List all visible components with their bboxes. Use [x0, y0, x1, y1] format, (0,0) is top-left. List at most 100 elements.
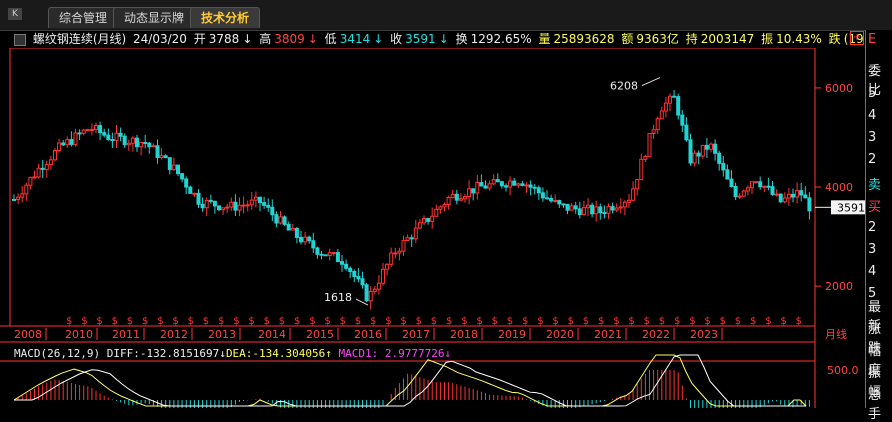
candle-body — [750, 181, 754, 189]
candle-body — [676, 96, 681, 116]
candle-body — [700, 144, 705, 157]
change-label: 跌 — [828, 32, 841, 46]
event-marker-icon: $ — [233, 316, 239, 327]
candle-body — [323, 254, 328, 257]
k-icon[interactable]: K — [8, 8, 22, 20]
event-marker-icon: $ — [355, 316, 361, 327]
event-marker-icon: $ — [659, 316, 665, 327]
candle-body — [327, 252, 332, 257]
candle-body — [200, 203, 205, 209]
candle-body — [335, 252, 340, 263]
candle-body — [126, 142, 131, 146]
side-panel-label: E — [868, 32, 877, 47]
event-marker-icon: $ — [735, 316, 741, 327]
year-label: 2019 — [498, 328, 526, 341]
candle-body — [110, 139, 115, 142]
candle-body — [89, 128, 94, 131]
candle-body — [454, 193, 459, 201]
event-marker-icon: $ — [96, 316, 102, 327]
candle-body — [24, 184, 29, 195]
event-marker-icon: $ — [340, 316, 346, 327]
candle-body — [610, 206, 615, 211]
event-marker-icon: $ — [264, 316, 270, 327]
expand-plus-icon[interactable]: + — [850, 31, 864, 45]
candle-body — [290, 227, 295, 231]
tab-dynamic-board[interactable]: 动态显示牌 — [113, 7, 196, 28]
candle-body — [795, 190, 800, 198]
candle-body — [709, 143, 713, 150]
instrument-name: 螺纹钢连续(月线) — [32, 32, 127, 46]
candle-body — [69, 139, 74, 145]
candle-body — [28, 176, 33, 186]
candle-body — [405, 237, 410, 241]
close-value: 3591 — [405, 32, 436, 46]
candle-body — [299, 236, 303, 243]
event-marker-icon: $ — [750, 316, 756, 327]
price-axis-label: 6000 — [825, 82, 853, 95]
candle-body — [807, 197, 812, 212]
candle-body — [479, 182, 484, 187]
candle-body — [696, 152, 701, 157]
candle-body — [692, 152, 697, 164]
candle-body — [262, 202, 267, 206]
kline-chart[interactable]: 6000 4000 2000 3591 6208 1618 $ $ $ $ $ $ $ $ $ $ $ $ $ $ $ $… — [0, 48, 865, 408]
candle-body — [721, 162, 726, 171]
candle-body — [524, 184, 529, 187]
current-price-value: 3591 — [837, 201, 865, 214]
candle-body — [508, 180, 513, 188]
candle-body — [799, 190, 804, 196]
candle-body — [319, 253, 324, 256]
candle-body — [594, 206, 599, 215]
side-panel-label: 4 — [868, 108, 877, 123]
event-marker-icon: $ — [780, 316, 786, 327]
open-label: 开 — [193, 32, 206, 46]
candle-body — [528, 184, 533, 188]
candle-body — [606, 206, 611, 214]
candle-body — [57, 142, 62, 151]
side-panel-label: 2 — [868, 220, 877, 235]
year-label: 2020 — [546, 328, 574, 341]
event-marker-icon: $ — [568, 316, 574, 327]
macd-diff-line — [13, 354, 807, 407]
candle-body — [590, 204, 595, 215]
event-marker-icon: $ — [537, 316, 543, 327]
event-marker-icon: $ — [461, 316, 467, 327]
candle-body — [549, 197, 554, 202]
event-marker-icon: $ — [66, 316, 72, 327]
candle-body — [471, 188, 476, 194]
year-label: 2015 — [306, 328, 334, 341]
price-axis-label: 4000 — [825, 181, 853, 194]
event-marker-icon: $ — [188, 316, 194, 327]
event-marker-icon: $ — [309, 316, 315, 327]
event-marker-icon: $ — [704, 316, 710, 327]
candle-body — [577, 208, 582, 216]
candle-body — [659, 110, 664, 120]
candle-body — [725, 169, 730, 180]
candle-body — [32, 176, 37, 179]
side-panel-label: 5 — [868, 86, 877, 101]
tab-comprehensive-management[interactable]: 综合管理 — [48, 7, 119, 28]
candle-body — [114, 132, 119, 141]
volume-value: 25893628 — [553, 32, 615, 46]
candle-body — [635, 179, 640, 190]
max-marker-line — [641, 77, 661, 87]
candle-body — [192, 192, 197, 195]
event-marker-icon: $ — [127, 316, 133, 327]
candle-body — [258, 196, 262, 204]
candle-body — [356, 276, 361, 280]
candle-body — [389, 252, 394, 265]
candle-body — [688, 139, 693, 164]
event-marker-icon: $ — [416, 316, 422, 327]
volume-label: 量 — [538, 32, 551, 46]
tab-technical-analysis[interactable]: 技术分析 — [190, 7, 261, 28]
candle-body — [155, 145, 160, 159]
year-label: 2014 — [258, 328, 286, 341]
candle-body — [536, 187, 541, 194]
candle-body — [135, 137, 139, 148]
min-price-marker: 1618 — [324, 291, 352, 304]
candle-body — [139, 142, 144, 148]
candle-body — [409, 237, 414, 240]
macd-dea-value: DEA:-134.304056↑ — [226, 347, 339, 360]
candle-body — [430, 215, 435, 222]
candle-body — [204, 199, 209, 209]
